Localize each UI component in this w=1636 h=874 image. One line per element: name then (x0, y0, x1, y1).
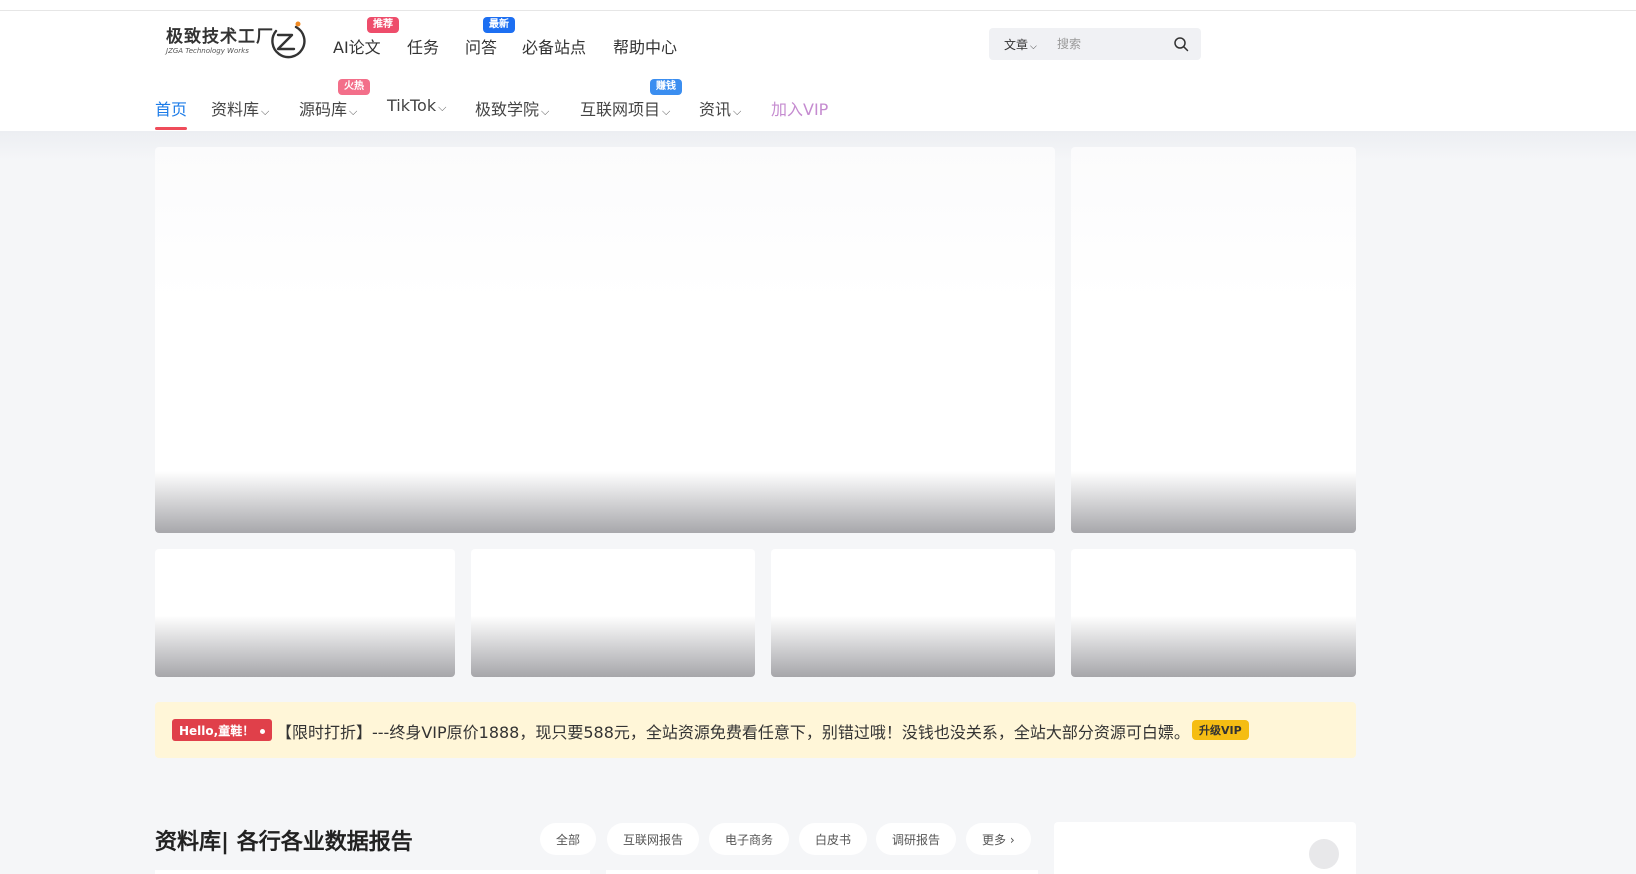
topnav-essential-sites[interactable]: 必备站点 (522, 34, 586, 58)
nav-tiktok-label: TikTok (387, 96, 437, 115)
active-nav-underline (155, 127, 187, 130)
filter-internet-reports[interactable]: 互联网报告 (607, 823, 700, 855)
notice-text: 【限时打折】---终身VIP原价1888，现只要588元，全站资源免费看任意下，… (276, 723, 1190, 742)
search-type-select[interactable]: 文章 ⌵ (1004, 36, 1037, 53)
section-title: 资料库| 各行各业数据报告 (155, 830, 413, 855)
dot-icon (260, 729, 266, 734)
nav-internet-projects-label: 互联网项目 (580, 100, 661, 119)
nav-home-label: 首页 (155, 100, 188, 119)
filter-more[interactable]: 更多 › (966, 823, 1031, 855)
topnav-qa[interactable]: 问答 (465, 34, 497, 58)
side-feature-card[interactable] (1071, 147, 1356, 533)
feature-card-1[interactable] (155, 549, 455, 677)
topnav-ai-paper[interactable]: AI论文 (333, 34, 381, 58)
badge-newest: 最新 (483, 17, 515, 33)
sidebar-widget (1054, 822, 1356, 874)
main-slider-card[interactable] (155, 147, 1055, 533)
chevron-down-icon: ⌵ (349, 105, 358, 118)
filter-research-reports[interactable]: 调研报告 (876, 823, 957, 855)
list-item[interactable] (606, 870, 1038, 874)
swirl-logo-icon (271, 21, 306, 59)
badge-recommend: 推荐 (367, 17, 399, 33)
search-type-label: 文章 (1004, 38, 1029, 52)
nav-source-code[interactable]: 源码库 ⌵ (299, 96, 357, 120)
chevron-down-icon: ⌵ (541, 105, 550, 118)
nav-academy[interactable]: 极致学院 ⌵ (475, 96, 549, 120)
search-input[interactable] (1057, 34, 1167, 54)
vip-notice-bar: Hello,童鞋！ 【限时打折】---终身VIP原价1888，现只要588元，全… (155, 702, 1356, 758)
list-item[interactable] (155, 870, 590, 874)
chevron-down-icon: ⌵ (438, 101, 447, 114)
hello-badge-label: Hello,童鞋！ (179, 724, 255, 738)
top-border (0, 0, 1636, 11)
badge-earn-money: 赚钱 (650, 79, 682, 95)
chevron-right-icon: › (1006, 833, 1015, 847)
topnav-help-center[interactable]: 帮助中心 (613, 34, 677, 58)
logo-subtitle: JZGA Technology Works (166, 47, 249, 55)
feature-card-3[interactable] (771, 549, 1055, 677)
feature-card-4[interactable] (1071, 549, 1356, 677)
site-logo[interactable]: 极致技术工厂 JZGA Technology Works (166, 16, 306, 64)
nav-home[interactable]: 首页 (155, 96, 187, 120)
topnav-tasks[interactable]: 任务 (407, 34, 439, 58)
chevron-down-icon: ⌵ (1030, 42, 1037, 52)
nav-tiktok[interactable]: TikTok ⌵ (387, 96, 446, 115)
badge-hot: 火热 (338, 79, 370, 95)
search-icon[interactable] (1173, 36, 1189, 52)
filter-all[interactable]: 全部 (540, 823, 597, 855)
avatar (1309, 839, 1339, 869)
hello-badge: Hello,童鞋！ (172, 719, 273, 741)
feature-card-2[interactable] (471, 549, 755, 677)
nav-library[interactable]: 资料库 ⌵ (211, 96, 269, 120)
nav-news[interactable]: 资讯 ⌵ (699, 96, 741, 120)
chevron-down-icon: ⌵ (733, 105, 742, 118)
upgrade-vip-button[interactable]: 升级VIP (1192, 720, 1249, 740)
nav-academy-label: 极致学院 (475, 100, 540, 119)
chevron-down-icon: ⌵ (662, 105, 671, 118)
filter-whitepaper[interactable]: 白皮书 (799, 823, 868, 855)
filter-more-label: 更多 (982, 833, 1007, 847)
nav-source-code-label: 源码库 (299, 100, 348, 119)
nav-internet-projects[interactable]: 互联网项目 ⌵ (580, 96, 670, 120)
logo-title: 极致技术工厂 (166, 27, 274, 47)
nav-join-vip[interactable]: 加入VIP (771, 96, 828, 120)
search-box: 文章 ⌵ (989, 28, 1201, 60)
nav-library-label: 资料库 (211, 100, 260, 119)
filter-ecommerce[interactable]: 电子商务 (709, 823, 790, 855)
chevron-down-icon: ⌵ (261, 105, 270, 118)
nav-news-label: 资讯 (699, 100, 732, 119)
